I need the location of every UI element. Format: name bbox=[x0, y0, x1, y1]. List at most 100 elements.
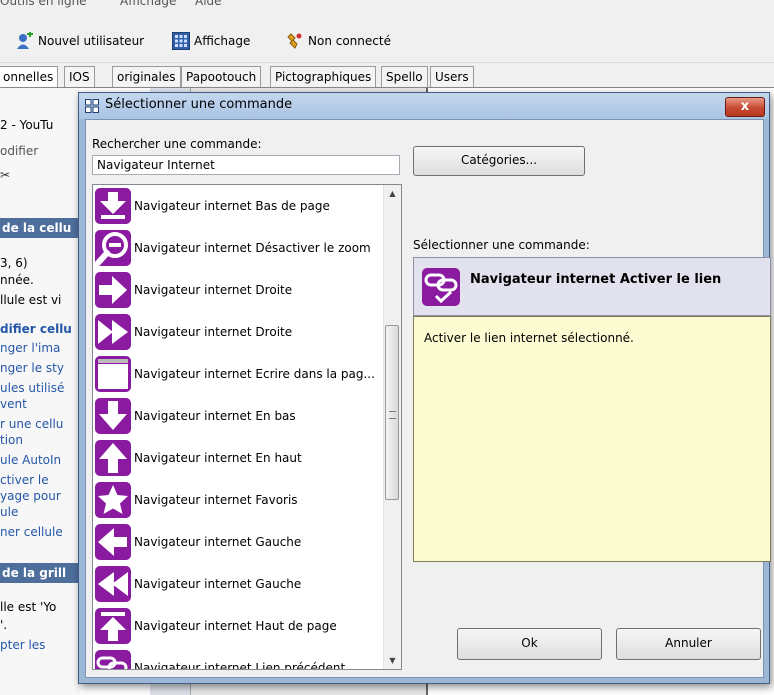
list-item[interactable]: Navigateur internet Droite bbox=[93, 311, 383, 353]
double-arrow-left-icon bbox=[95, 566, 131, 602]
grid-command-icon bbox=[85, 99, 99, 113]
list-item[interactable]: Navigateur internet Haut de page bbox=[93, 605, 383, 647]
sidebar-link[interactable]: yage pour bbox=[0, 489, 61, 503]
list-item[interactable]: Navigateur internet Désactiver le zoom bbox=[93, 227, 383, 269]
connection-label: Non connecté bbox=[308, 34, 391, 48]
scroll-up-icon[interactable]: ▲ bbox=[384, 185, 401, 202]
list-item[interactable]: Navigateur internet Favoris bbox=[93, 479, 383, 521]
scroll-down-icon[interactable]: ▼ bbox=[384, 652, 401, 669]
list-item[interactable]: Navigateur internet Gauche bbox=[93, 521, 383, 563]
command-description: Activer le lien internet sélectionné. bbox=[424, 331, 634, 345]
sidebar-link[interactable]: vent bbox=[0, 397, 27, 411]
menu-item-aide[interactable]: Aide bbox=[195, 0, 222, 8]
sidebar-text: lle est 'Yo bbox=[0, 600, 57, 614]
list-scrollbar[interactable]: ▲ ▼ bbox=[383, 185, 401, 669]
arrow-right-icon bbox=[95, 272, 131, 308]
list-item-label: Navigateur internet En haut bbox=[134, 451, 302, 465]
add-user-icon bbox=[17, 32, 33, 49]
list-item-label: Navigateur internet Gauche bbox=[134, 577, 302, 591]
tab-pictographiques[interactable]: Pictographiques bbox=[270, 66, 377, 87]
close-button[interactable]: x bbox=[725, 97, 765, 117]
list-item[interactable]: Navigateur internet Gauche bbox=[93, 563, 383, 605]
list-item[interactable]: Navigateur internet Bas de page bbox=[93, 185, 383, 227]
background-sidebar: 2 - YouTu odifier ✂ de la cellu 3, 6) nn… bbox=[0, 88, 80, 695]
dialog-title-bar[interactable]: Sélectionner une commande x bbox=[79, 93, 769, 119]
arrow-down-icon bbox=[95, 398, 131, 434]
star-icon bbox=[95, 482, 131, 518]
grid-view-icon bbox=[172, 32, 190, 50]
disconnected-icon bbox=[287, 33, 302, 49]
sidebar-link[interactable]: r une cellu bbox=[0, 417, 63, 431]
selected-command-panel: Navigateur internet Activer le lien bbox=[413, 257, 771, 316]
sidebar-text: nnée. bbox=[0, 273, 34, 287]
tab-originales[interactable]: originales bbox=[112, 66, 181, 87]
list-item-label: Navigateur internet Gauche bbox=[134, 535, 302, 549]
tab-personnelles[interactable]: onnelles bbox=[0, 66, 59, 87]
tab-papootouch[interactable]: Papootouch bbox=[181, 66, 262, 87]
sidebar-link[interactable]: ctiver le bbox=[0, 473, 49, 487]
sidebar-link[interactable]: nger l'ima bbox=[0, 341, 60, 355]
dialog-title: Sélectionner une commande bbox=[105, 97, 293, 112]
list-item[interactable]: Navigateur internet Droite bbox=[93, 269, 383, 311]
sidebar-link[interactable]: ule AutoIn bbox=[0, 453, 61, 467]
cancel-button[interactable]: Annuler bbox=[616, 628, 761, 660]
sidebar-link[interactable]: ule bbox=[0, 505, 18, 519]
ok-button[interactable]: Ok bbox=[457, 628, 602, 660]
tab-users[interactable]: Users bbox=[430, 66, 474, 87]
command-description-panel: Activer le lien internet sélectionné. bbox=[413, 316, 771, 562]
menu-item-affichage[interactable]: Affichage bbox=[120, 0, 176, 8]
command-list[interactable]: Navigateur internet Bas de page Navigate… bbox=[92, 184, 402, 670]
sidebar-text: '. bbox=[0, 618, 8, 632]
list-item-label: Navigateur internet Droite bbox=[134, 325, 293, 339]
categories-button[interactable]: Catégories... bbox=[413, 146, 585, 176]
list-item[interactable]: Navigateur internet En bas bbox=[93, 395, 383, 437]
sidebar-header: de la grill bbox=[0, 563, 80, 583]
sidebar-link[interactable]: ner cellule bbox=[0, 525, 63, 539]
list-item-label: Navigateur internet En bas bbox=[134, 409, 296, 423]
list-item-label: Navigateur internet Favoris bbox=[134, 493, 298, 507]
sidebar-text: 3, 6) bbox=[0, 256, 28, 270]
tab-ios[interactable]: IOS bbox=[64, 66, 95, 87]
sidebar-text: 2 - YouTu bbox=[0, 118, 54, 132]
list-item-label: Navigateur internet Haut de page bbox=[134, 619, 337, 633]
sidebar-link[interactable]: ules utilisé bbox=[0, 381, 64, 395]
list-item[interactable]: Navigateur internet Ecrire dans la pag..… bbox=[93, 353, 383, 395]
select-command-dialog: Sélectionner une commande x Rechercher u… bbox=[78, 92, 771, 684]
tab-spello[interactable]: Spello bbox=[381, 66, 428, 87]
double-arrow-right-icon bbox=[95, 314, 131, 350]
list-item-label: Navigateur internet Ecrire dans la pag..… bbox=[134, 367, 375, 381]
list-item-label: Navigateur internet Droite bbox=[134, 283, 293, 297]
sidebar-header: de la cellu bbox=[0, 218, 80, 238]
list-item-label: Navigateur internet Bas de page bbox=[134, 199, 330, 213]
grip-icon bbox=[389, 411, 396, 419]
app-toolbar: Nouvel utilisateur Affichage Non connect… bbox=[0, 18, 774, 63]
scrollbar-thumb[interactable] bbox=[385, 325, 399, 500]
list-item-label: Navigateur internet Désactiver le zoom bbox=[134, 241, 371, 255]
sidebar-text: llule est vi bbox=[0, 293, 62, 307]
selected-command-title: Navigateur internet Activer le lien bbox=[470, 272, 722, 287]
link-icon bbox=[95, 650, 131, 669]
page-blank-icon bbox=[95, 356, 131, 392]
menu-bar: Outils en ligne Affichage Aide bbox=[0, 0, 774, 18]
sidebar-link[interactable]: nger le sty bbox=[0, 361, 64, 375]
list-item[interactable]: Navigateur internet Lien précédent bbox=[93, 647, 383, 670]
arrow-down-bottom-icon bbox=[95, 188, 131, 224]
list-item[interactable]: Navigateur internet En haut bbox=[93, 437, 383, 479]
new-user-button[interactable]: Nouvel utilisateur bbox=[16, 30, 144, 52]
view-button[interactable]: Affichage bbox=[172, 30, 250, 52]
connection-status[interactable]: Non connecté bbox=[286, 30, 391, 52]
cut-icon: ✂ bbox=[0, 168, 11, 182]
new-user-label: Nouvel utilisateur bbox=[38, 34, 145, 48]
list-item-label: Navigateur internet Lien précédent bbox=[134, 661, 346, 670]
category-tabs: onnelles IOS originales Papootouch Picto… bbox=[0, 63, 774, 88]
search-input[interactable] bbox=[92, 155, 400, 175]
selected-command-label: Sélectionner une commande: bbox=[413, 238, 590, 252]
zoom-out-icon bbox=[95, 230, 131, 266]
sidebar-link[interactable]: tion bbox=[0, 433, 23, 447]
sidebar-link[interactable]: difier cellu bbox=[0, 322, 72, 336]
view-label: Affichage bbox=[194, 34, 251, 48]
close-icon: x bbox=[740, 99, 750, 114]
sidebar-link[interactable]: pter les bbox=[0, 638, 45, 652]
arrow-up-icon bbox=[95, 440, 131, 476]
menu-item-outils[interactable]: Outils en ligne bbox=[0, 0, 87, 8]
